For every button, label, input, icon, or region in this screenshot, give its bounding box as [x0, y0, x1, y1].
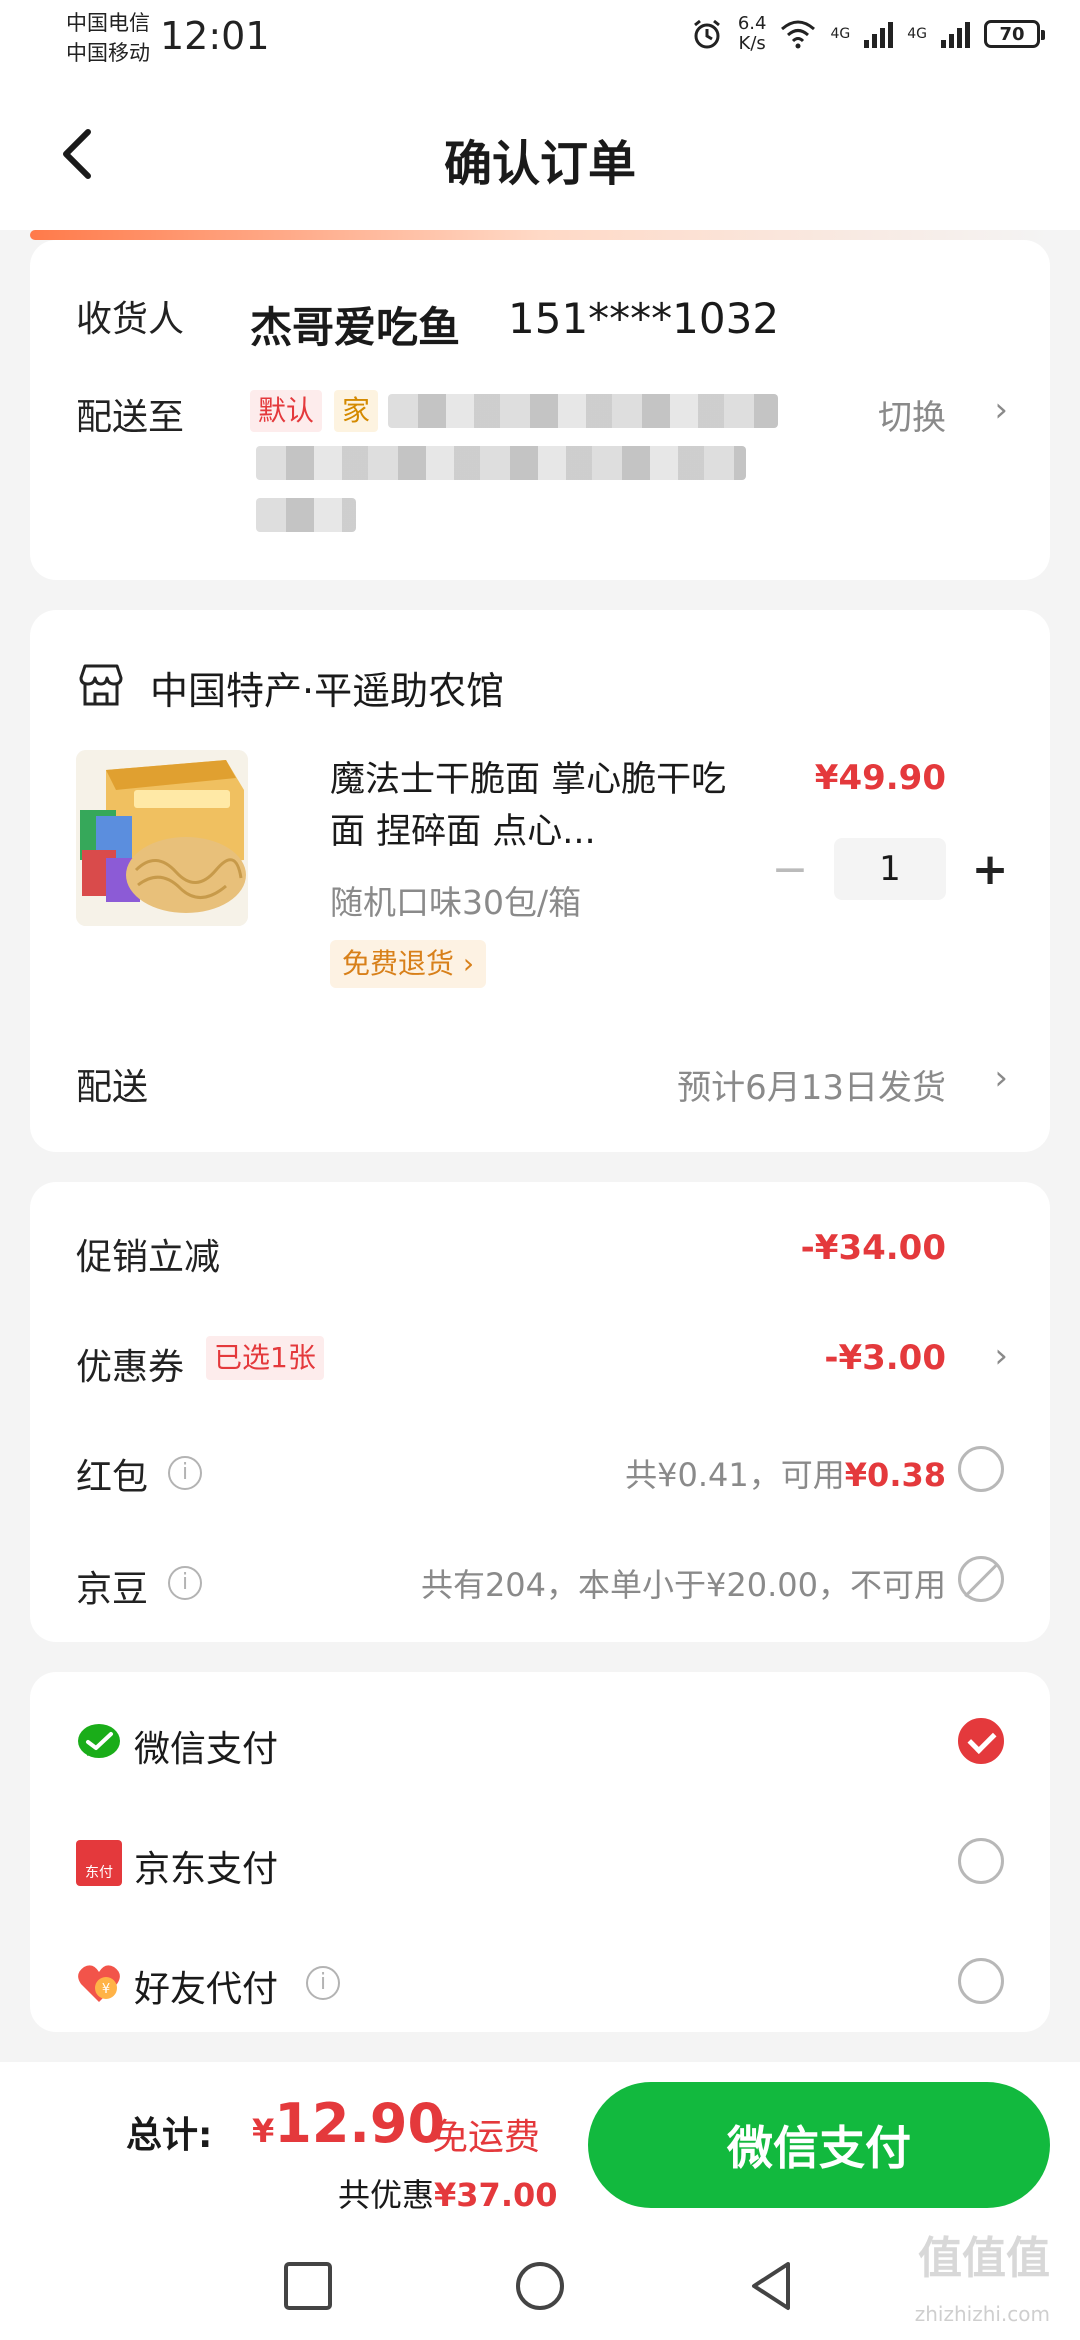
home-address-tag: 家 [334, 390, 379, 432]
default-address-tag: 默认 [250, 390, 323, 432]
ship-to-label: 配送至 [76, 397, 185, 438]
decrease-quantity-button[interactable]: − [770, 844, 810, 895]
home-circle-icon[interactable] [512, 2258, 568, 2314]
signal-1-label: 4G [830, 26, 851, 42]
carrier-info: 中国电信 中国移动 [66, 8, 150, 68]
page-header: 确认订单 [0, 80, 1080, 230]
signal-1-bars-icon [864, 20, 894, 48]
carrier-2: 中国移动 [66, 41, 150, 65]
watermark-url: zhizhizhi.com [914, 2302, 1050, 2326]
product-card: 中国特产·平遥助农馆 魔法士干脆面 掌心脆干吃面 捏碎面 点心... 随机口味3… [30, 610, 1050, 1152]
blurred-address [256, 498, 356, 532]
total-label: 总计: [126, 2115, 213, 2156]
saving-label: 共优惠 [338, 2176, 435, 2214]
battery-icon: 70 [984, 20, 1045, 48]
total-saving[interactable]: 共优惠¥37.00 [338, 2170, 558, 2216]
net-speed-value: 6.4 [737, 13, 767, 34]
wechat-pay-button[interactable]: 微信支付 [588, 2082, 1050, 2208]
friend-pay-heart-icon: ¥ [78, 1965, 120, 2002]
status-time: 12:01 [160, 14, 270, 58]
currency-symbol: ¥ [252, 2112, 275, 2150]
recipient-name: 杰哥爱吃鱼 [250, 303, 461, 352]
red-packet-usable: ¥0.38 [844, 1456, 946, 1494]
promo-label: 促销立减 [76, 1237, 221, 1278]
chevron-right-icon[interactable]: › [994, 1058, 1008, 1098]
status-icons: 6.4 K/s 4G 4G 70 [690, 14, 1045, 54]
shop-name[interactable]: 中国特产·平遥助农馆 [150, 660, 504, 715]
total-amount: ¥12.90 [252, 2092, 445, 2155]
discounts-card: 促销立减 -¥34.00 优惠券 已选1张 -¥3.00 › 红包 i 共¥0.… [30, 1182, 1050, 1642]
wechat-pay-radio[interactable] [958, 1718, 1004, 1764]
saving-amount: ¥37.00 [434, 2176, 558, 2214]
signal-2-bars-icon [941, 20, 970, 48]
product-price: ¥49.90 [814, 758, 946, 798]
checkout-bar: 总计: ¥12.90 免运费 共优惠¥37.00 微信支付 [0, 2062, 1080, 2232]
product-spec: 随机口味30包/箱 [330, 883, 582, 922]
delivery-label: 配送 [76, 1067, 149, 1108]
coupon-value[interactable]: -¥3.00 [824, 1338, 946, 1378]
net-speed-unit: K/s [738, 33, 766, 54]
address-card[interactable]: 收货人 杰哥爱吃鱼 151****1032 配送至 默认 家 切换 › [30, 240, 1050, 580]
product-title[interactable]: 魔法士干脆面 掌心脆干吃面 捏碎面 点心... [330, 754, 730, 858]
status-bar: 中国电信 中国移动 12:01 6.4 K/s 4G 4G 70 [0, 0, 1080, 80]
increase-quantity-button[interactable]: + [970, 844, 1010, 895]
payment-methods-card: 微信支付 东付 京东支付 ¥ 好友代付 i [30, 1672, 1050, 2032]
watermark-logo: 值值值 [918, 2233, 1050, 2284]
store-icon [79, 664, 123, 706]
blurred-address [388, 394, 778, 428]
carrier-1: 中国电信 [66, 11, 150, 35]
jingdou-radio-disabled [958, 1556, 1004, 1602]
wifi-icon [781, 20, 816, 49]
back-triangle-icon[interactable] [744, 2258, 800, 2314]
coupon-selected-tag: 已选1张 [206, 1336, 324, 1380]
recipient-label: 收货人 [76, 299, 185, 340]
total-value: 12.90 [274, 2092, 446, 2155]
red-packet-radio[interactable] [958, 1446, 1004, 1492]
page-title: 确认订单 [443, 136, 636, 192]
jd-pay-label[interactable]: 京东支付 [134, 1840, 278, 1892]
switch-address-link[interactable]: 切换 [878, 390, 946, 439]
quantity-value[interactable]: 1 [834, 838, 946, 900]
jd-pay-radio[interactable] [958, 1838, 1004, 1884]
svg-text:¥: ¥ [102, 1982, 110, 1997]
free-shipping-label: 免运费 [432, 2117, 541, 2158]
wechat-pay-icon [78, 1724, 120, 1758]
signal-2-label: 4G [907, 26, 927, 42]
jingdou-info-icon[interactable]: i [168, 1566, 202, 1600]
jingdou-label: 京豆 [76, 1569, 149, 1610]
red-packet-total: 共¥0.41，可用 [625, 1456, 845, 1494]
product-image[interactable] [76, 750, 248, 926]
header-accent-line [30, 230, 1050, 240]
promo-value: -¥34.00 [800, 1228, 946, 1268]
red-packet-value: 共¥0.41，可用¥0.38 [625, 1450, 946, 1496]
coupon-label: 优惠券 [76, 1347, 185, 1388]
recent-apps-square-icon[interactable] [280, 2258, 336, 2314]
network-speed: 6.4 K/s [738, 14, 767, 54]
friend-pay-label[interactable]: 好友代付 [134, 1960, 278, 2012]
quantity-stepper: − 1 + [770, 838, 1010, 900]
red-packet-label: 红包 [76, 1457, 149, 1498]
chevron-right-icon[interactable]: › [994, 390, 1008, 430]
jd-pay-icon-text: 东付 [85, 1865, 113, 1881]
delivery-estimate[interactable]: 预计6月13日发货 [677, 1060, 946, 1109]
red-packet-info-icon[interactable]: i [168, 1456, 202, 1490]
jd-pay-icon: 东付 [76, 1840, 122, 1886]
alarm-icon [693, 19, 720, 49]
friend-pay-radio[interactable] [958, 1958, 1004, 2004]
recipient-phone: 151****1032 [508, 294, 780, 343]
chevron-right-icon[interactable]: › [994, 1336, 1008, 1376]
free-return-badge[interactable]: 免费退货 › [330, 940, 487, 988]
friend-pay-info-icon[interactable]: i [306, 1966, 340, 2000]
wechat-pay-label[interactable]: 微信支付 [134, 1720, 278, 1772]
blurred-address [256, 446, 746, 480]
jingdou-value: 共有204，本单小于¥20.00，不可用 [420, 1566, 946, 1604]
